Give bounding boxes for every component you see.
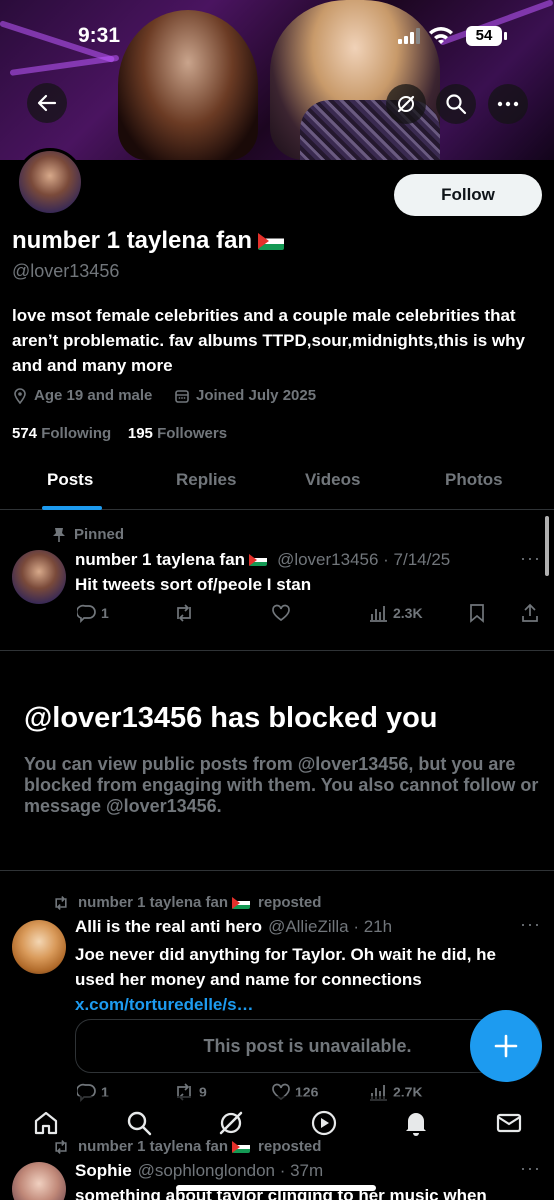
pin-icon bbox=[53, 527, 65, 542]
repost-button[interactable] bbox=[173, 603, 195, 623]
avatar[interactable] bbox=[12, 1162, 66, 1200]
profile-joined: Joined July 2025 bbox=[174, 387, 316, 404]
profile-display-name: number 1 taylena fan bbox=[12, 227, 285, 255]
search-icon bbox=[446, 94, 467, 115]
tab-replies[interactable]: Replies bbox=[176, 470, 236, 490]
profile-tabs: Posts Replies Videos Photos bbox=[0, 456, 554, 510]
tab-photos[interactable]: Photos bbox=[445, 470, 503, 490]
post-more-button[interactable]: ··· bbox=[520, 914, 541, 935]
post-header: Alli is the real anti hero @AllieZilla ·… bbox=[75, 917, 393, 936]
avatar[interactable] bbox=[12, 550, 66, 604]
repost-icon bbox=[177, 604, 191, 622]
avatar[interactable] bbox=[12, 920, 66, 974]
profile-avatar[interactable] bbox=[16, 148, 84, 216]
post-text: Joe never did anything for Taylor. Oh wa… bbox=[75, 945, 496, 1014]
post-link[interactable]: x.com/torturedelle/s… bbox=[75, 995, 254, 1014]
arrow-left-icon bbox=[37, 94, 57, 112]
calendar-icon bbox=[175, 389, 189, 403]
bell-icon bbox=[406, 1113, 426, 1136]
location-pin-icon bbox=[14, 387, 26, 404]
palestine-flag-icon bbox=[232, 896, 251, 909]
status-time: 9:31 bbox=[78, 24, 121, 47]
post-text: Hit tweets sort of/peole I stan bbox=[75, 575, 312, 594]
palestine-flag-icon bbox=[249, 554, 268, 566]
pinned-label: Pinned bbox=[52, 526, 124, 543]
bookmark-button[interactable] bbox=[468, 603, 486, 623]
search-button[interactable] bbox=[436, 84, 476, 124]
post-header: number 1 taylena fan @lover13456 · 7/14/… bbox=[75, 550, 451, 569]
palestine-flag-icon bbox=[258, 232, 285, 250]
following-link[interactable]: 574 Following bbox=[12, 425, 111, 442]
reply-icon bbox=[77, 604, 96, 623]
post-more-button[interactable]: ··· bbox=[520, 548, 541, 569]
nav-grok[interactable] bbox=[216, 1108, 246, 1138]
status-bar: 9:31 54 bbox=[0, 22, 554, 52]
grok-icon bbox=[219, 1111, 243, 1135]
scrollbar[interactable] bbox=[545, 516, 549, 576]
like-button[interactable] bbox=[271, 603, 291, 623]
divider bbox=[0, 650, 554, 651]
share-icon bbox=[522, 603, 538, 622]
mail-icon bbox=[496, 1113, 522, 1133]
grok-button[interactable] bbox=[386, 84, 426, 124]
compose-post-button[interactable] bbox=[470, 1010, 542, 1082]
nav-videos[interactable] bbox=[309, 1108, 339, 1138]
views-button[interactable]: 2.3K bbox=[369, 603, 423, 623]
cellular-signal-icon bbox=[398, 28, 422, 44]
repost-icon bbox=[55, 895, 67, 910]
battery-indicator: 54 bbox=[466, 26, 507, 46]
heart-icon bbox=[272, 604, 290, 622]
ellipsis-icon bbox=[497, 101, 519, 107]
tab-posts[interactable]: Posts bbox=[47, 470, 93, 490]
follow-counts: 574 Following 195 Followers bbox=[12, 425, 227, 442]
followers-link[interactable]: 195 Followers bbox=[128, 425, 227, 442]
home-icon bbox=[34, 1111, 58, 1135]
post-header: Sophie @sophlonglondon · 37m bbox=[75, 1161, 324, 1180]
reply-button[interactable]: 1 bbox=[77, 603, 109, 623]
back-button[interactable] bbox=[27, 83, 67, 123]
grok-icon bbox=[397, 95, 415, 113]
palestine-flag-icon bbox=[232, 1140, 251, 1153]
profile-location: Age 19 and male bbox=[12, 387, 152, 404]
bookmark-icon bbox=[470, 604, 484, 623]
home-indicator[interactable] bbox=[176, 1185, 376, 1191]
post-actions: 1 2.3K bbox=[75, 603, 545, 629]
analytics-icon bbox=[370, 606, 387, 622]
search-icon bbox=[127, 1111, 152, 1136]
blocked-title: @lover13456 has blocked you bbox=[24, 702, 438, 734]
blocked-description: You can view public posts from @lover134… bbox=[24, 754, 539, 816]
tab-videos[interactable]: Videos bbox=[305, 470, 360, 490]
nav-notifications[interactable] bbox=[401, 1108, 431, 1138]
follow-button[interactable]: Follow bbox=[394, 174, 542, 216]
profile-handle: @lover13456 bbox=[12, 261, 120, 281]
nav-home[interactable] bbox=[31, 1108, 61, 1138]
nav-search[interactable] bbox=[124, 1108, 154, 1138]
more-options-button[interactable] bbox=[488, 84, 528, 124]
plus-icon bbox=[494, 1034, 518, 1058]
repost-icon bbox=[55, 1139, 67, 1154]
wifi-icon bbox=[429, 27, 453, 44]
profile-bio: love msot female celebrities and a coupl… bbox=[12, 306, 525, 375]
repost-label: number 1 taylena fan reposted bbox=[52, 894, 321, 911]
repost-label: number 1 taylena fan reposted bbox=[52, 1138, 321, 1155]
active-tab-indicator bbox=[42, 506, 102, 510]
nav-messages[interactable] bbox=[494, 1108, 524, 1138]
share-button[interactable] bbox=[521, 603, 539, 623]
divider bbox=[0, 870, 554, 871]
play-icon bbox=[311, 1110, 337, 1136]
post-more-button[interactable]: ··· bbox=[520, 1158, 541, 1179]
